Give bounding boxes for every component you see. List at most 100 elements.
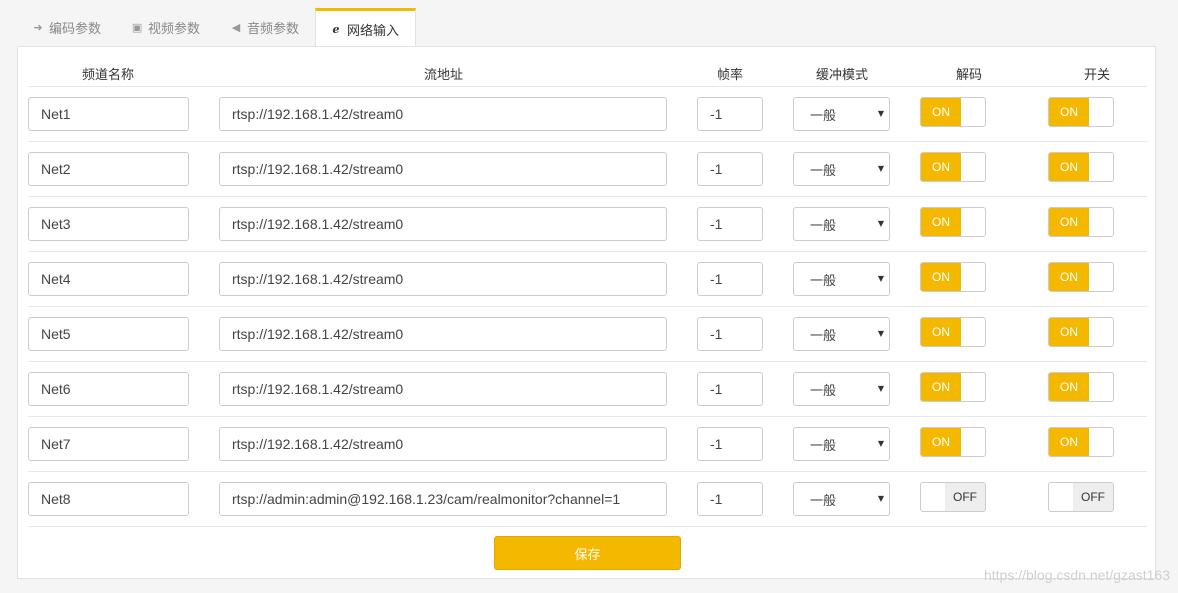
save-button[interactable]: 保存 [494,536,681,570]
decode-toggle[interactable]: ON [920,152,986,182]
buffer-mode-value: 一般 [810,273,837,289]
channel-name-input[interactable]: Net5 [28,317,189,351]
decode-toggle-state: ON [921,153,961,181]
switch-toggle-state: ON [1049,208,1089,236]
tab-3[interactable]: e 网络输入 [315,8,417,47]
switch-toggle-state: ON [1049,98,1089,126]
tab-2[interactable]: ◀ 音频参数 [216,8,315,46]
switch-toggle[interactable]: ON [1048,427,1114,457]
buffer-mode-select[interactable]: 一般 ▼ [793,207,890,241]
stream-url-input[interactable]: rtsp://192.168.1.42/stream0 [219,207,667,241]
caret-down-icon: ▼ [877,274,884,283]
buffer-mode-select[interactable]: 一般 ▼ [793,97,890,131]
caret-down-icon: ▼ [877,329,884,338]
sign-in-icon: ➜ [33,20,43,34]
decode-toggle[interactable]: ON [920,372,986,402]
channel-row: Net8 rtsp://admin:admin@192.168.1.23/cam… [28,471,1147,526]
switch-toggle[interactable]: ON [1048,152,1114,182]
caret-down-icon: ▼ [877,109,884,118]
switch-toggle-state: ON [1049,318,1089,346]
column-header-fps: 帧率 [717,68,744,83]
column-header-buffer: 缓冲模式 [816,68,869,83]
decode-toggle[interactable]: ON [920,262,986,292]
fps-input[interactable]: -1 [697,262,763,296]
channel-name-input[interactable]: Net6 [28,372,189,406]
switch-toggle[interactable]: ON [1048,317,1114,347]
column-header-switch: 开关 [1084,68,1111,83]
table-bottom-divider [28,526,1147,527]
tab-label: 编码参数 [49,21,102,37]
stream-url-input[interactable]: rtsp://192.168.1.42/stream0 [219,372,667,406]
switch-toggle[interactable]: OFF [1048,482,1114,512]
decode-toggle-state: ON [921,318,961,346]
buffer-mode-value: 一般 [810,108,837,124]
decode-toggle[interactable]: ON [920,427,986,457]
switch-toggle[interactable]: ON [1048,207,1114,237]
buffer-mode-select[interactable]: 一般 ▼ [793,427,890,461]
buffer-mode-value: 一般 [810,493,837,509]
channel-row: Net3 rtsp://192.168.1.42/stream0 -1 一般 ▼… [28,196,1147,251]
stream-url-input[interactable]: rtsp://192.168.1.42/stream0 [219,262,667,296]
decode-toggle-state: ON [921,208,961,236]
tab-0[interactable]: ➜ 编码参数 [18,8,117,46]
stream-url-input[interactable]: rtsp://192.168.1.42/stream0 [219,97,667,131]
caret-down-icon: ▼ [877,164,884,173]
decode-toggle-state: OFF [945,483,985,511]
tab-1[interactable]: ▣ 视频参数 [117,8,216,46]
channel-name-input[interactable]: Net4 [28,262,189,296]
switch-toggle[interactable]: ON [1048,372,1114,402]
fps-input[interactable]: -1 [697,427,763,461]
tab-label: 音频参数 [247,21,300,37]
channel-name-input[interactable]: Net7 [28,427,189,461]
decode-toggle-state: ON [921,373,961,401]
decode-toggle[interactable]: OFF [920,482,986,512]
decode-toggle-state: ON [921,428,961,456]
column-header-name: 频道名称 [82,68,135,83]
fps-input[interactable]: -1 [697,482,763,516]
fps-input[interactable]: -1 [697,372,763,406]
caret-down-icon: ▼ [877,384,884,393]
stream-url-input[interactable]: rtsp://192.168.1.42/stream0 [219,152,667,186]
caret-down-icon: ▼ [877,494,884,503]
decode-toggle-state: ON [921,263,961,291]
channel-row: Net2 rtsp://192.168.1.42/stream0 -1 一般 ▼… [28,141,1147,196]
tab-label: 网络输入 [347,23,400,39]
channel-name-input[interactable]: Net8 [28,482,189,516]
buffer-mode-value: 一般 [810,328,837,344]
decode-toggle[interactable]: ON [920,317,986,347]
channel-row: Net7 rtsp://192.168.1.42/stream0 -1 一般 ▼… [28,416,1147,471]
column-header-decode: 解码 [956,68,983,83]
caret-down-icon: ▼ [877,439,884,448]
buffer-mode-select[interactable]: 一般 ▼ [793,482,890,516]
channel-name-input[interactable]: Net2 [28,152,189,186]
channel-row: Net5 rtsp://192.168.1.42/stream0 -1 一般 ▼… [28,306,1147,361]
channel-name-input[interactable]: Net3 [28,207,189,241]
buffer-mode-select[interactable]: 一般 ▼ [793,372,890,406]
switch-toggle[interactable]: ON [1048,262,1114,292]
decode-toggle[interactable]: ON [920,97,986,127]
fps-input[interactable]: -1 [697,317,763,351]
switch-toggle-state: ON [1049,428,1089,456]
switch-toggle-state: ON [1049,373,1089,401]
fps-input[interactable]: -1 [697,97,763,131]
stream-url-input[interactable]: rtsp://192.168.1.42/stream0 [219,317,667,351]
stream-url-input[interactable]: rtsp://192.168.1.42/stream0 [219,427,667,461]
fps-input[interactable]: -1 [697,207,763,241]
channel-name-input[interactable]: Net1 [28,97,189,131]
network-input-panel: 频道名称 流地址 帧率 缓冲模式 解码 开关 Net1 rtsp://192.1… [17,46,1156,579]
ie-icon: e [332,22,340,36]
channel-row: Net4 rtsp://192.168.1.42/stream0 -1 一般 ▼… [28,251,1147,306]
image-icon: ▣ [131,20,143,34]
fps-input[interactable]: -1 [697,152,763,186]
buffer-mode-select[interactable]: 一般 ▼ [793,317,890,351]
caret-down-icon: ▼ [877,219,884,228]
tab-bar: ➜ 编码参数 ▣ 视频参数 ◀ 音频参数 e 网络输入 [18,8,417,47]
switch-toggle[interactable]: ON [1048,97,1114,127]
decode-toggle[interactable]: ON [920,207,986,237]
switch-toggle-state: ON [1049,263,1089,291]
volume-icon: ◀ [231,20,241,34]
buffer-mode-select[interactable]: 一般 ▼ [793,262,890,296]
stream-url-input[interactable]: rtsp://admin:admin@192.168.1.23/cam/real… [219,482,667,516]
buffer-mode-select[interactable]: 一般 ▼ [793,152,890,186]
channel-row: Net6 rtsp://192.168.1.42/stream0 -1 一般 ▼… [28,361,1147,416]
